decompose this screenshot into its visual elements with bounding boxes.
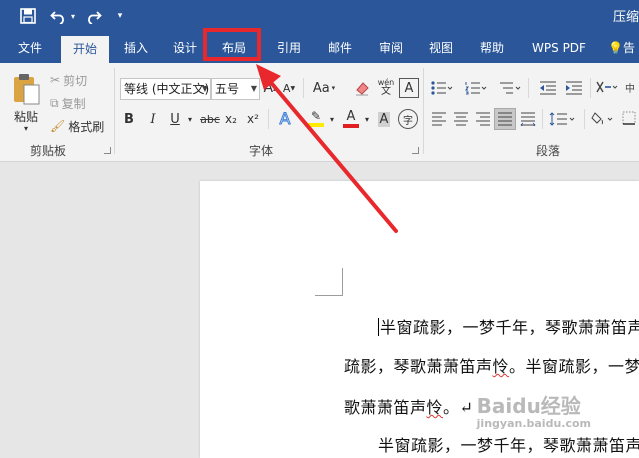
shrink-font-button[interactable]: A ▼ <box>281 78 297 98</box>
font-color-dropdown-icon[interactable]: ▾ <box>362 109 372 129</box>
italic-button[interactable]: I <box>145 109 161 129</box>
tab-mailings[interactable]: 邮件 <box>319 33 361 63</box>
paste-icon[interactable] <box>7 69 45 109</box>
borders-icon[interactable] <box>620 109 639 129</box>
sort-icon[interactable]: 中 <box>625 79 639 97</box>
chevron-down-icon: ▼ <box>250 84 257 93</box>
tab-insert[interactable]: 插入 <box>115 33 157 63</box>
numbering-icon[interactable] <box>464 79 488 97</box>
tab-wps-pdf[interactable]: WPS PDF <box>526 33 592 63</box>
tell-me[interactable]: 💡告 <box>608 33 639 63</box>
underline-dropdown-icon[interactable]: ▾ <box>185 109 195 129</box>
paragraph-line[interactable]: 半窗疏影，一梦千年，琴歌萧萧笛声 <box>378 432 639 456</box>
tab-review[interactable]: 审阅 <box>370 33 412 63</box>
lightbulb-icon: 💡 <box>608 41 623 55</box>
increase-indent-icon[interactable] <box>564 79 584 97</box>
shading-icon[interactable] <box>590 109 616 129</box>
format-painter-button[interactable]: 🖌 格式刷 <box>50 117 104 135</box>
font-name-select[interactable]: 等线 (中文正文) ▼ <box>120 78 211 100</box>
tab-design[interactable]: 设计 <box>164 33 206 63</box>
divider <box>303 78 304 98</box>
paragraph-line[interactable]: 疏影，琴歌萧萧笛声怜。半窗疏影，一梦 <box>344 353 639 377</box>
font-color-bar <box>343 123 359 128</box>
paragraph-line[interactable]: 歌萧萧笛声怜。↵ <box>344 394 473 418</box>
scissors-icon: ✂ <box>50 73 61 87</box>
font-launcher-icon[interactable] <box>412 147 419 154</box>
save-icon[interactable] <box>18 6 38 26</box>
bold-button[interactable]: B <box>121 109 137 129</box>
cut-button[interactable]: ✂ 剪切 <box>50 71 87 89</box>
document-title: 压缩 <box>612 10 639 25</box>
subscript-button[interactable]: x₂ <box>223 109 239 129</box>
tab-help[interactable]: 帮助 <box>471 33 513 63</box>
highlight-color-button[interactable]: ✎ <box>306 107 326 129</box>
phonetic-guide-button[interactable]: wén 文 <box>375 76 397 98</box>
highlight-color-bar <box>308 123 324 127</box>
grow-font-button[interactable]: A ▲ <box>262 78 280 98</box>
clipboard-group-label: 剪贴板 <box>30 144 67 158</box>
spelling-error: 怜 <box>492 357 510 376</box>
divider <box>268 109 269 129</box>
divider <box>590 78 591 98</box>
chevron-down-icon: ▼ <box>201 84 208 93</box>
customize-icon[interactable]: ▾ <box>114 6 126 26</box>
tab-view[interactable]: 视图 <box>420 33 462 63</box>
tab-file[interactable]: 文件 <box>9 33 51 63</box>
highlight-box <box>203 28 261 61</box>
font-size-select[interactable]: 五号 ▼ <box>211 78 260 100</box>
paintbrush-icon: 🖌 <box>50 119 66 133</box>
highlighter-icon: ✎ <box>310 109 322 123</box>
char-shading-button[interactable]: A <box>376 109 392 129</box>
superscript-button[interactable]: x² <box>245 109 261 129</box>
underline-button[interactable]: U <box>166 109 184 129</box>
change-case-button[interactable]: Aa ▾ <box>311 78 337 98</box>
text-cursor <box>378 318 379 336</box>
enclose-characters-button[interactable]: 字 <box>398 109 418 129</box>
line-spacing-icon[interactable] <box>548 109 578 129</box>
divider <box>528 78 529 98</box>
undo-icon[interactable] <box>49 6 67 26</box>
paragraph-group-label: 段落 <box>536 144 561 158</box>
paragraph-line[interactable]: 半窗疏影，一梦千年，琴歌萧萧笛声 <box>378 314 639 338</box>
multilevel-list-icon[interactable] <box>498 79 522 97</box>
spelling-error: 怜 <box>426 398 444 417</box>
strikethrough-button[interactable]: abc <box>199 109 221 129</box>
group-divider <box>423 68 424 154</box>
tab-references[interactable]: 引用 <box>268 33 310 63</box>
watermark: Baidu经验 jingyan.baidu.com <box>476 394 591 430</box>
chinese-layout-icon[interactable] <box>594 77 620 97</box>
divider <box>584 109 585 129</box>
justify-icon[interactable] <box>494 108 516 130</box>
copy-icon: ⧉ <box>50 95 59 110</box>
ribbon-tabs: 文件 开始 插入 设计 布局 引用 邮件 审阅 视图 帮助 WPS PDF 💡告 <box>0 33 639 63</box>
highlight-dropdown-icon[interactable]: ▾ <box>327 109 337 129</box>
clear-formatting-icon[interactable] <box>352 78 372 98</box>
group-divider <box>114 68 115 154</box>
ribbon-home: 粘贴 ▾ ✂ 剪切 ⧉ 复制 🖌 格式刷 剪贴板 等线 (中文正文) ▼ 五号 ▼ A ▲ … <box>0 63 639 162</box>
clipboard-launcher-icon[interactable] <box>104 147 111 154</box>
align-center-icon[interactable] <box>452 110 470 128</box>
text-effects-button[interactable]: A <box>276 107 294 129</box>
title-bar: ▾ ▾ 压缩 <box>0 0 639 33</box>
svg-text:中: 中 <box>625 82 635 95</box>
tab-home[interactable]: 开始 <box>61 36 109 63</box>
paste-dropdown-icon[interactable]: ▾ <box>21 123 31 133</box>
character-border-button[interactable]: A <box>399 78 419 98</box>
decrease-indent-icon[interactable] <box>538 79 558 97</box>
bullets-icon[interactable] <box>430 79 454 97</box>
margin-corner-mark <box>315 268 343 296</box>
align-right-icon[interactable] <box>474 110 492 128</box>
divider <box>542 109 543 129</box>
font-color-button[interactable]: A <box>341 107 361 129</box>
font-group-label: 字体 <box>249 144 274 158</box>
redo-icon[interactable] <box>83 6 103 26</box>
undo-dropdown-icon[interactable]: ▾ <box>68 6 78 26</box>
distributed-icon[interactable] <box>519 110 537 128</box>
copy-button[interactable]: ⧉ 复制 <box>50 94 86 112</box>
align-left-icon[interactable] <box>430 110 448 128</box>
